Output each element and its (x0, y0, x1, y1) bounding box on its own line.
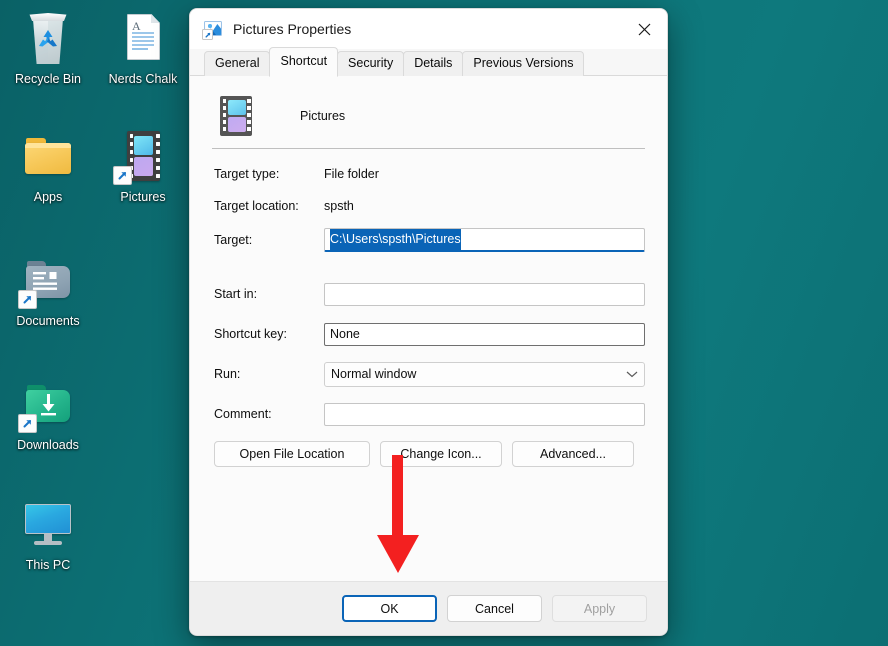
tab-previous-versions[interactable]: Previous Versions (462, 51, 584, 76)
shortcut-key-value: None (330, 324, 360, 345)
field-target-type: Target type: File folder (212, 163, 645, 185)
documents-folder-icon (20, 252, 76, 308)
ok-button[interactable]: OK (342, 595, 437, 622)
shortcut-key-label: Shortcut key: (212, 327, 324, 341)
dialog-footer: OK Cancel Apply (190, 581, 667, 635)
field-start-in: Start in: (212, 281, 645, 307)
tab-details[interactable]: Details (403, 51, 463, 76)
target-input-value: C:\Users\spsth\Pictures (330, 228, 461, 252)
text-document-icon: A (115, 10, 171, 66)
shortcut-name: Pictures (300, 109, 345, 123)
field-shortcut-key: Shortcut key: None (212, 321, 645, 347)
start-in-label: Start in: (212, 287, 324, 301)
advanced-button[interactable]: Advanced... (512, 441, 634, 467)
target-location-label: Target location: (212, 199, 324, 213)
target-location-value: spsth (324, 199, 354, 213)
desktop-icon-label: Downloads (0, 438, 96, 453)
start-in-input[interactable] (324, 283, 645, 306)
run-select-value: Normal window (331, 367, 416, 381)
picture-shortcut-icon (202, 18, 224, 40)
shortcut-arrow-badge-icon (18, 414, 37, 433)
cancel-button[interactable]: Cancel (447, 595, 542, 622)
dialog-titlebar: Pictures Properties (190, 9, 667, 49)
dialog-title: Pictures Properties (233, 21, 621, 37)
dialog-tabstrip: General Shortcut Security Details Previo… (190, 49, 667, 76)
target-type-label: Target type: (212, 167, 324, 181)
shortcut-header: Pictures (212, 92, 645, 148)
desktop-icon-pictures[interactable]: Pictures (95, 128, 191, 205)
desktop-icon-label: Apps (0, 190, 96, 205)
shortcut-tab-panel: Pictures Target type: File folder Target… (190, 76, 667, 581)
film-strip-icon (216, 96, 256, 136)
desktop-icon-downloads[interactable]: Downloads (0, 376, 96, 453)
tab-security[interactable]: Security (337, 51, 404, 76)
header-divider (212, 148, 645, 149)
film-strip-icon (115, 128, 171, 184)
open-file-location-button[interactable]: Open File Location (214, 441, 370, 467)
field-target-location: Target location: spsth (212, 195, 645, 217)
close-icon[interactable] (621, 9, 667, 49)
desktop-icon-label: Pictures (95, 190, 191, 205)
recycle-bin-icon (20, 10, 76, 66)
pictures-properties-dialog: Pictures Properties General Shortcut Sec… (189, 8, 668, 636)
comment-input[interactable] (324, 403, 645, 426)
desktop-icon-label: Nerds Chalk (95, 72, 191, 87)
target-label: Target: (212, 233, 324, 247)
field-comment: Comment: (212, 401, 645, 427)
tab-general[interactable]: General (204, 51, 270, 76)
desktop-icon-apps[interactable]: Apps (0, 128, 96, 205)
shortcut-action-buttons: Open File Location Change Icon... Advanc… (212, 441, 645, 467)
desktop-icon-label: Documents (0, 314, 96, 329)
run-label: Run: (212, 367, 324, 381)
field-run: Run: Normal window (212, 361, 645, 387)
downloads-folder-icon (20, 376, 76, 432)
target-input[interactable]: C:\Users\spsth\Pictures (324, 228, 645, 252)
field-target: Target: C:\Users\spsth\Pictures (212, 227, 645, 253)
desktop-icon-this-pc[interactable]: This PC (0, 496, 96, 573)
desktop-icon-label: This PC (0, 558, 96, 573)
desktop-icon-documents[interactable]: Documents (0, 252, 96, 329)
target-type-value: File folder (324, 167, 379, 181)
chevron-down-icon (626, 367, 638, 381)
desktop-icon-nerds-chalk[interactable]: A Nerds Chalk (95, 10, 191, 87)
shortcut-arrow-badge-icon (18, 290, 37, 309)
change-icon-button[interactable]: Change Icon... (380, 441, 502, 467)
run-select[interactable]: Normal window (324, 362, 645, 387)
shortcut-key-input[interactable]: None (324, 323, 645, 346)
shortcut-arrow-badge-icon (113, 166, 132, 185)
desktop-icon-recycle-bin[interactable]: Recycle Bin (0, 10, 96, 87)
desktop-icon-label: Recycle Bin (0, 72, 96, 87)
apply-button: Apply (552, 595, 647, 622)
folder-icon (20, 128, 76, 184)
comment-label: Comment: (212, 407, 324, 421)
tab-shortcut[interactable]: Shortcut (269, 47, 338, 77)
monitor-icon (20, 496, 76, 552)
